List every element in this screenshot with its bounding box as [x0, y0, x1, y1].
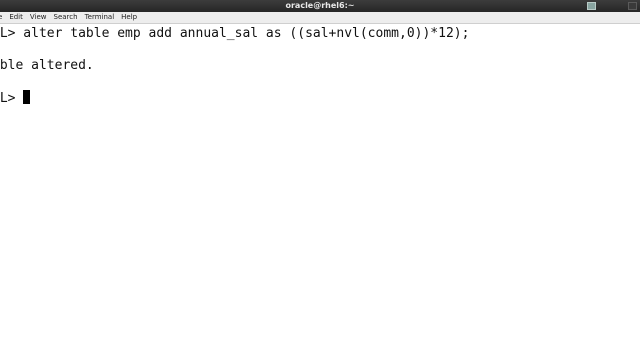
- menubar: e Edit View Search Terminal Help: [0, 12, 640, 24]
- text-cursor: [23, 90, 31, 104]
- menu-help[interactable]: Help: [121, 12, 137, 23]
- maximize-icon[interactable]: [587, 2, 596, 10]
- terminal-line-prompt: QL>: [0, 90, 31, 106]
- window-titlebar[interactable]: oracle@rhel6:~: [0, 0, 640, 12]
- terminal-output[interactable]: QL> alter table emp add annual_sal as ((…: [0, 24, 640, 360]
- terminal-window: oracle@rhel6:~ e Edit View Search Termin…: [0, 0, 640, 360]
- close-icon[interactable]: [628, 2, 637, 10]
- window-title: oracle@rhel6:~: [285, 1, 355, 10]
- terminal-line-command: QL> alter table emp add annual_sal as ((…: [0, 26, 470, 41]
- menu-edit[interactable]: Edit: [9, 12, 23, 23]
- menu-terminal[interactable]: Terminal: [85, 12, 115, 23]
- menu-search[interactable]: Search: [54, 12, 78, 23]
- menu-view[interactable]: View: [30, 12, 47, 23]
- menu-file[interactable]: e: [0, 12, 2, 23]
- terminal-line-result: able altered.: [0, 58, 94, 73]
- sql-prompt: QL>: [0, 91, 16, 106]
